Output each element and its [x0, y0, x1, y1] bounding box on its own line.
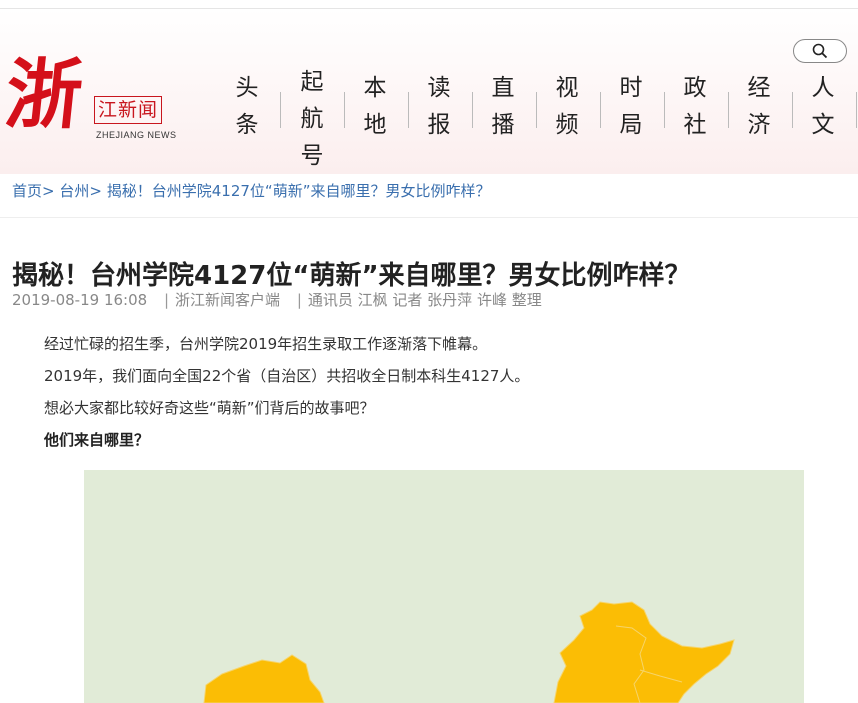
nav-item-live[interactable]: 直播	[472, 70, 534, 144]
search-button[interactable]	[793, 39, 847, 63]
nav-item-politics[interactable]: 政社	[664, 70, 726, 144]
article-subheading: 他们来自哪里？	[44, 431, 150, 449]
nav-item-current-affairs[interactable]: 时局	[600, 70, 662, 144]
nav-divider	[856, 92, 857, 128]
meta-divider: |	[296, 291, 302, 309]
china-map-graphic	[203, 601, 735, 703]
map-region-northeast	[553, 601, 735, 703]
breadcrumb-city[interactable]: 台州	[59, 182, 89, 200]
nav-item-newspaper[interactable]: 读报	[408, 70, 470, 144]
nav-item-toutiao[interactable]: 头条	[216, 70, 278, 144]
search-icon	[812, 43, 828, 59]
student-origin-map	[84, 470, 804, 703]
breadcrumb-separator: >	[42, 182, 55, 200]
article-meta: 2019-08-19 16:08 | 浙江新闻客户端 | 通讯员 江枫 记者 张丹萍…	[12, 289, 542, 310]
main-nav: 头条 起航号 本地 读报 直播 视频 时局 政社 经济 人文	[216, 69, 858, 169]
nav-item-video[interactable]: 视频	[536, 70, 598, 144]
map-region-northwest	[203, 654, 325, 703]
article-body: 经过忙碌的招生季，台州学院2019年招生录取工作逐渐落下帷幕。 2019年，我们…	[44, 333, 804, 461]
nav-item-local[interactable]: 本地	[344, 70, 406, 144]
article-paragraph: 想必大家都比较好奇这些“萌新”们背后的故事吧？	[44, 399, 375, 417]
logo-character: 浙	[1, 50, 83, 139]
site-logo[interactable]: 浙 江新闻 ZHEJIANG NEWS	[1, 50, 191, 150]
article-paragraph: 2019年，我们面向全国22个省（自治区）共招收全日制本科生4127人。	[44, 367, 530, 385]
logo-english: ZHEJIANG NEWS	[96, 130, 177, 140]
nav-item-economy[interactable]: 经济	[728, 70, 790, 144]
article-paragraph: 经过忙碌的招生季，台州学院2019年招生录取工作逐渐落下帷幕。	[44, 335, 488, 353]
article-source: 浙江新闻客户端	[175, 291, 281, 309]
nav-item-culture[interactable]: 人文	[792, 70, 854, 144]
content-divider	[0, 217, 858, 218]
logo-text: 江新闻	[94, 96, 163, 124]
article-authors: 通讯员 江枫 记者 张丹萍 许峰 整理	[307, 291, 542, 309]
meta-divider: |	[163, 291, 170, 309]
breadcrumb-home[interactable]: 首页	[12, 182, 42, 200]
article-title: 揭秘！台州学院4127位“萌新”来自哪里？男女比例咋样？	[12, 261, 691, 292]
breadcrumb: 首页> 台州> 揭秘！台州学院4127位“萌新”来自哪里？男女比例咋样？	[12, 180, 490, 201]
breadcrumb-current[interactable]: 揭秘！台州学院4127位“萌新”来自哪里？男女比例咋样？	[107, 182, 491, 200]
breadcrumb-separator: >	[89, 182, 102, 200]
nav-item-qihanghao[interactable]: 起航号	[281, 64, 343, 175]
article-date: 2019-08-19 16:08	[12, 291, 148, 309]
